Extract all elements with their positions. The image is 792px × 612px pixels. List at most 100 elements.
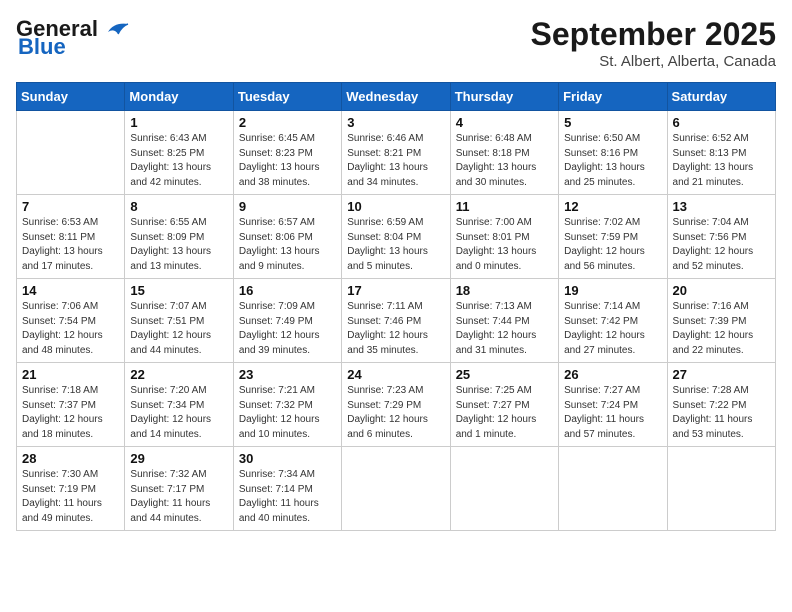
calendar-cell	[17, 111, 125, 195]
day-info: Sunrise: 6:55 AM Sunset: 8:09 PM Dayligh…	[130, 216, 227, 274]
calendar-cell: 5 Sunrise: 6:50 AM Sunset: 8:16 PM Daylig…	[559, 111, 667, 195]
day-info: Sunrise: 6:46 AM Sunset: 8:21 PM Dayligh…	[347, 132, 444, 190]
day-number: 26	[564, 367, 661, 382]
day-info: Sunrise: 7:09 AM Sunset: 7:49 PM Dayligh…	[239, 300, 336, 358]
day-number: 4	[456, 115, 553, 130]
day-info: Sunrise: 6:50 AM Sunset: 8:16 PM Dayligh…	[564, 132, 661, 190]
calendar-cell: 12 Sunrise: 7:02 AM Sunset: 7:59 PM Dayli…	[559, 195, 667, 279]
day-info: Sunrise: 7:30 AM Sunset: 7:19 PM Dayligh…	[22, 468, 119, 526]
calendar-cell: 30Sunrise: 7:34 AM Sunset: 7:14 PM Dayli…	[233, 447, 341, 531]
day-info: Sunrise: 7:20 AM Sunset: 7:34 PM Dayligh…	[130, 384, 227, 442]
calendar-cell: 6 Sunrise: 6:52 AM Sunset: 8:13 PM Daylig…	[667, 111, 775, 195]
calendar-cell: 10 Sunrise: 6:59 AM Sunset: 8:04 PM Dayli…	[342, 195, 450, 279]
header-saturday: Saturday	[667, 83, 775, 111]
day-info: Sunrise: 7:34 AM Sunset: 7:14 PM Dayligh…	[239, 468, 336, 526]
day-info: Sunrise: 6:48 AM Sunset: 8:18 PM Dayligh…	[456, 132, 553, 190]
calendar-week-row: 21 Sunrise: 7:18 AM Sunset: 7:37 PM Dayli…	[17, 363, 776, 447]
calendar-cell: 8 Sunrise: 6:55 AM Sunset: 8:09 PM Daylig…	[125, 195, 233, 279]
calendar-cell: 3 Sunrise: 6:46 AM Sunset: 8:21 PM Daylig…	[342, 111, 450, 195]
day-number: 15	[130, 283, 227, 298]
calendar-cell: 26 Sunrise: 7:27 AM Sunset: 7:24 PM Dayli…	[559, 363, 667, 447]
calendar-cell: 29 Sunrise: 7:32 AM Sunset: 7:17 PM Dayli…	[125, 447, 233, 531]
calendar-cell: 23Sunrise: 7:21 AM Sunset: 7:32 PM Dayli…	[233, 363, 341, 447]
day-number: 28	[22, 451, 119, 466]
day-number: 13	[673, 199, 770, 214]
day-number: 17	[347, 283, 444, 298]
calendar-cell: 2 Sunrise: 6:45 AM Sunset: 8:23 PM Daylig…	[233, 111, 341, 195]
day-number: 12	[564, 199, 661, 214]
day-info: Sunrise: 7:16 AM Sunset: 7:39 PM Dayligh…	[673, 300, 770, 358]
day-info: Sunrise: 7:32 AM Sunset: 7:17 PM Dayligh…	[130, 468, 227, 526]
calendar-cell: 11Sunrise: 7:00 AM Sunset: 8:01 PM Dayli…	[450, 195, 558, 279]
day-number: 21	[22, 367, 119, 382]
calendar-cell: 20 Sunrise: 7:16 AM Sunset: 7:39 PM Dayli…	[667, 279, 775, 363]
calendar-cell: 1 Sunrise: 6:43 AM Sunset: 8:25 PM Daylig…	[125, 111, 233, 195]
day-info: Sunrise: 7:25 AM Sunset: 7:27 PM Dayligh…	[456, 384, 553, 442]
day-number: 27	[673, 367, 770, 382]
calendar-cell: 7 Sunrise: 6:53 AM Sunset: 8:11 PM Daylig…	[17, 195, 125, 279]
day-info: Sunrise: 6:57 AM Sunset: 8:06 PM Dayligh…	[239, 216, 336, 274]
day-info: Sunrise: 6:43 AM Sunset: 8:25 PM Dayligh…	[130, 132, 227, 190]
calendar-cell	[667, 447, 775, 531]
month-title: September 2025	[531, 16, 776, 53]
day-number: 23	[239, 367, 336, 382]
calendar-header-row: SundayMondayTuesdayWednesdayThursdayFrid…	[17, 83, 776, 111]
calendar-table: SundayMondayTuesdayWednesdayThursdayFrid…	[16, 82, 776, 531]
logo: General Blue	[16, 16, 130, 60]
day-info: Sunrise: 7:11 AM Sunset: 7:46 PM Dayligh…	[347, 300, 444, 358]
location-title: St. Albert, Alberta, Canada	[531, 53, 776, 70]
day-info: Sunrise: 7:23 AM Sunset: 7:29 PM Dayligh…	[347, 384, 444, 442]
calendar-cell: 9Sunrise: 6:57 AM Sunset: 8:06 PM Daylig…	[233, 195, 341, 279]
calendar-cell: 13 Sunrise: 7:04 AM Sunset: 7:56 PM Dayli…	[667, 195, 775, 279]
calendar-cell: 21 Sunrise: 7:18 AM Sunset: 7:37 PM Dayli…	[17, 363, 125, 447]
day-info: Sunrise: 7:04 AM Sunset: 7:56 PM Dayligh…	[673, 216, 770, 274]
header-sunday: Sunday	[17, 83, 125, 111]
day-info: Sunrise: 6:53 AM Sunset: 8:11 PM Dayligh…	[22, 216, 119, 274]
calendar-cell: 18 Sunrise: 7:13 AM Sunset: 7:44 PM Dayli…	[450, 279, 558, 363]
day-number: 1	[130, 115, 227, 130]
day-number: 6	[673, 115, 770, 130]
day-number: 7	[22, 199, 119, 214]
header-monday: Monday	[125, 83, 233, 111]
day-number: 18	[456, 283, 553, 298]
day-info: Sunrise: 6:52 AM Sunset: 8:13 PM Dayligh…	[673, 132, 770, 190]
day-number: 11	[456, 199, 553, 214]
day-info: Sunrise: 7:18 AM Sunset: 7:37 PM Dayligh…	[22, 384, 119, 442]
calendar-cell: 17 Sunrise: 7:11 AM Sunset: 7:46 PM Dayli…	[342, 279, 450, 363]
calendar-cell: 14 Sunrise: 7:06 AM Sunset: 7:54 PM Dayli…	[17, 279, 125, 363]
calendar-cell	[342, 447, 450, 531]
calendar-week-row: 1 Sunrise: 6:43 AM Sunset: 8:25 PM Daylig…	[17, 111, 776, 195]
calendar-cell: 19 Sunrise: 7:14 AM Sunset: 7:42 PM Dayli…	[559, 279, 667, 363]
day-info: Sunrise: 7:28 AM Sunset: 7:22 PM Dayligh…	[673, 384, 770, 442]
header-friday: Friday	[559, 83, 667, 111]
day-number: 14	[22, 283, 119, 298]
header-thursday: Thursday	[450, 83, 558, 111]
day-info: Sunrise: 6:45 AM Sunset: 8:23 PM Dayligh…	[239, 132, 336, 190]
day-number: 8	[130, 199, 227, 214]
day-info: Sunrise: 7:14 AM Sunset: 7:42 PM Dayligh…	[564, 300, 661, 358]
header-wednesday: Wednesday	[342, 83, 450, 111]
day-info: Sunrise: 7:27 AM Sunset: 7:24 PM Dayligh…	[564, 384, 661, 442]
day-info: Sunrise: 7:06 AM Sunset: 7:54 PM Dayligh…	[22, 300, 119, 358]
day-info: Sunrise: 7:07 AM Sunset: 7:51 PM Dayligh…	[130, 300, 227, 358]
day-info: Sunrise: 7:02 AM Sunset: 7:59 PM Dayligh…	[564, 216, 661, 274]
day-number: 10	[347, 199, 444, 214]
calendar-cell: 24 Sunrise: 7:23 AM Sunset: 7:29 PM Dayli…	[342, 363, 450, 447]
day-number: 5	[564, 115, 661, 130]
day-info: Sunrise: 7:13 AM Sunset: 7:44 PM Dayligh…	[456, 300, 553, 358]
day-info: Sunrise: 6:59 AM Sunset: 8:04 PM Dayligh…	[347, 216, 444, 274]
calendar-cell: 15 Sunrise: 7:07 AM Sunset: 7:51 PM Dayli…	[125, 279, 233, 363]
day-number: 19	[564, 283, 661, 298]
day-number: 20	[673, 283, 770, 298]
day-number: 29	[130, 451, 227, 466]
calendar-cell: 22 Sunrise: 7:20 AM Sunset: 7:34 PM Dayli…	[125, 363, 233, 447]
calendar-cell: 28 Sunrise: 7:30 AM Sunset: 7:19 PM Dayli…	[17, 447, 125, 531]
day-number: 3	[347, 115, 444, 130]
calendar-week-row: 14 Sunrise: 7:06 AM Sunset: 7:54 PM Dayli…	[17, 279, 776, 363]
day-number: 25	[456, 367, 553, 382]
day-number: 16	[239, 283, 336, 298]
day-number: 24	[347, 367, 444, 382]
day-number: 22	[130, 367, 227, 382]
header-tuesday: Tuesday	[233, 83, 341, 111]
day-number: 2	[239, 115, 336, 130]
